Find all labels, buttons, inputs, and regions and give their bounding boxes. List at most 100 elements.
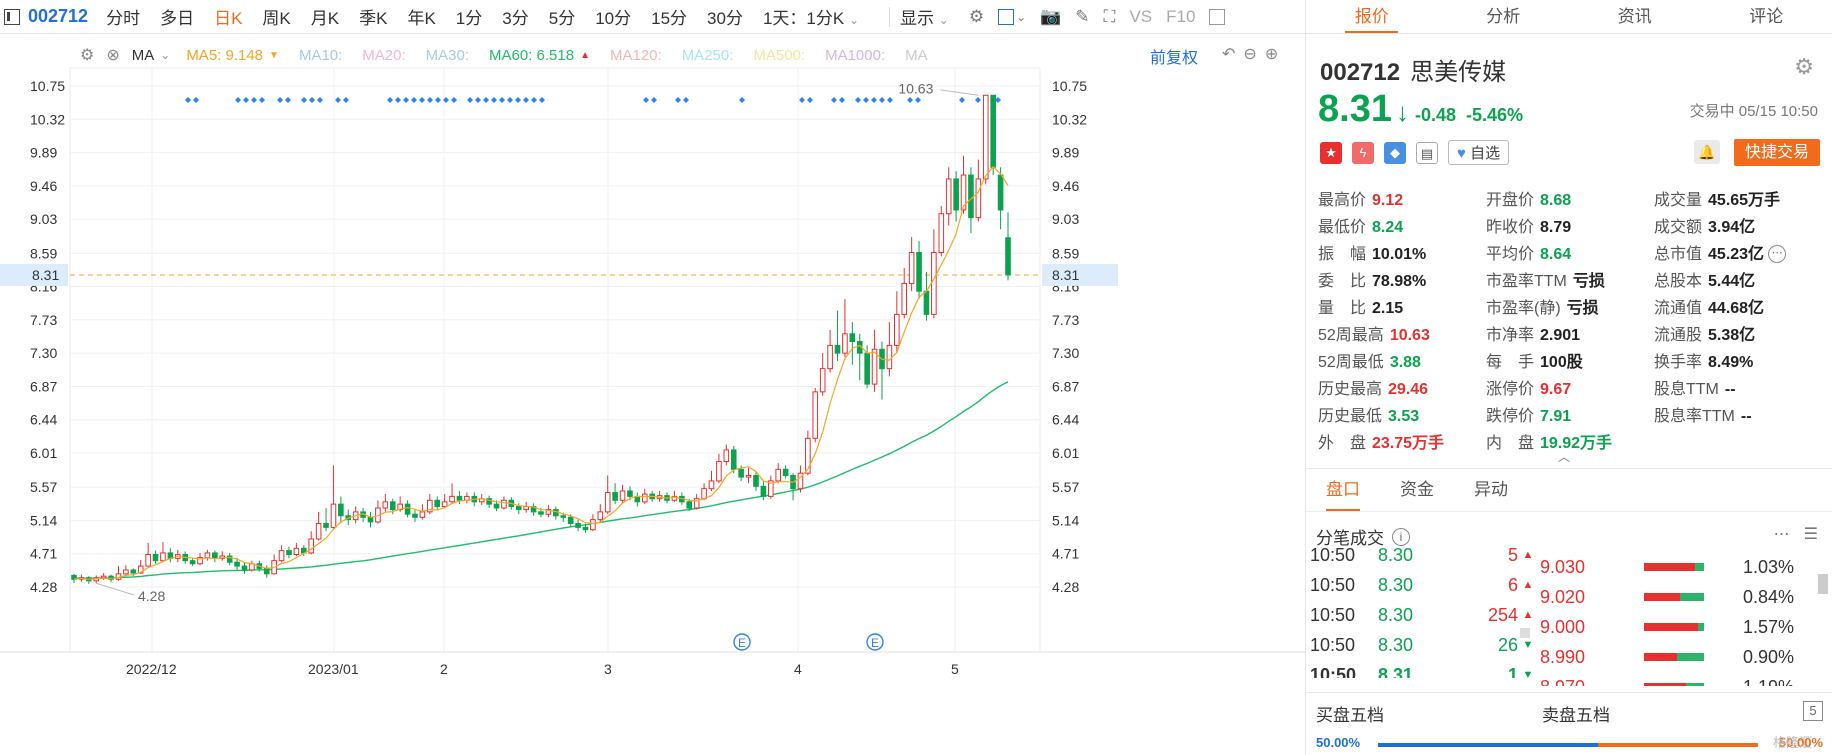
event-diamond-icon[interactable] (807, 97, 813, 103)
candle-body[interactable] (745, 474, 752, 478)
candle-body[interactable] (308, 538, 315, 554)
tab-1[interactable]: 分析 (1438, 0, 1570, 33)
candle-body[interactable] (441, 501, 448, 507)
candle-body[interactable] (938, 213, 945, 253)
candle-body[interactable] (931, 251, 937, 315)
candle-body[interactable] (1005, 237, 1011, 276)
candle-body[interactable] (389, 501, 396, 511)
event-diamond-icon[interactable] (185, 97, 191, 103)
candle-body[interactable] (708, 480, 715, 490)
candle-body[interactable] (575, 523, 581, 528)
event-diamond-icon[interactable] (959, 97, 965, 103)
candle-body[interactable] (100, 575, 107, 579)
sidebar-toggle-icon[interactable] (4, 8, 20, 25)
event-diamond-icon[interactable] (799, 97, 805, 103)
candle-body[interactable] (330, 503, 337, 528)
candle-body[interactable] (278, 550, 285, 562)
subtab-1[interactable]: 资金 (1400, 469, 1434, 511)
event-diamond-icon[interactable] (483, 97, 489, 103)
candle-body[interactable] (567, 516, 574, 525)
more-icon[interactable]: ⋯ (1768, 245, 1787, 264)
period-tab[interactable]: 10分 (595, 4, 631, 29)
candle-body[interactable] (338, 503, 344, 517)
event-diamond-icon[interactable] (193, 97, 199, 103)
event-diamond-icon[interactable] (335, 97, 341, 103)
event-diamond-icon[interactable] (403, 97, 409, 103)
candle-body[interactable] (849, 333, 856, 343)
candle-body[interactable] (641, 493, 648, 503)
event-diamond-icon[interactable] (515, 97, 521, 103)
event-diamond-icon[interactable] (251, 97, 257, 103)
candle-body[interactable] (160, 552, 166, 562)
candle-body[interactable] (582, 526, 589, 531)
candle-body[interactable] (590, 519, 596, 531)
event-diamond-icon[interactable] (317, 97, 323, 103)
subtab-2[interactable]: 异动 (1474, 469, 1508, 511)
lightning-icon[interactable]: ϟ (1352, 141, 1374, 164)
vs-button[interactable]: VS (1129, 7, 1152, 27)
period-tab[interactable]: 周K (262, 4, 290, 29)
candle-body[interactable] (323, 523, 329, 528)
event-diamond-icon[interactable] (531, 97, 537, 103)
period-tab[interactable]: 季K (359, 4, 387, 29)
candle-body[interactable] (864, 352, 870, 385)
period-tab[interactable]: 分时 (106, 4, 140, 29)
event-diamond-icon[interactable] (427, 97, 433, 103)
event-diamond-icon[interactable] (243, 97, 249, 103)
event-diamond-icon[interactable] (907, 97, 913, 103)
candle-body[interactable] (953, 178, 959, 211)
candle-body[interactable] (997, 174, 1004, 211)
candle-body[interactable] (738, 468, 744, 478)
kline-select[interactable]: 1天：1分K ⌄ (763, 4, 859, 29)
candle-body[interactable] (894, 313, 900, 346)
candle-body[interactable] (827, 344, 833, 370)
candle-body[interactable] (945, 178, 952, 215)
period-tab[interactable]: 15分 (651, 4, 687, 29)
candle-body[interactable] (701, 488, 707, 500)
event-diamond-icon[interactable] (309, 97, 315, 103)
scrollbar[interactable] (1818, 556, 1828, 690)
candle-body[interactable] (293, 547, 300, 555)
candle-body[interactable] (456, 495, 463, 501)
candle-body[interactable] (842, 333, 848, 354)
event-diamond-icon[interactable] (451, 97, 457, 103)
candle-body[interactable] (538, 511, 544, 515)
candle-body[interactable] (130, 569, 137, 574)
candle-body[interactable] (686, 501, 693, 509)
candle-body[interactable] (923, 290, 930, 315)
candle-body[interactable] (782, 468, 789, 476)
fullscreen-icon[interactable]: ⛶ (1104, 7, 1116, 27)
more-icon[interactable]: ⋯ (1774, 524, 1790, 544)
event-diamond-icon[interactable] (739, 97, 745, 103)
kline-chart[interactable]: 10.75 10.75 10.32 10.32 9.89 9.89 9.46 9.46 9.03… (0, 34, 1305, 755)
candle-body[interactable] (241, 565, 248, 571)
period-tab[interactable]: 月K (311, 4, 339, 29)
candle-body[interactable] (723, 449, 730, 463)
candle-body[interactable] (716, 461, 722, 482)
event-diamond-icon[interactable] (539, 97, 545, 103)
candle-body[interactable] (501, 499, 507, 509)
bell-icon[interactable]: 🔔 (1694, 140, 1720, 164)
candle-body[interactable] (412, 513, 418, 518)
period-tab[interactable]: 1分 (456, 4, 482, 29)
panel-toggle-icon[interactable] (1209, 8, 1226, 25)
event-diamond-icon[interactable] (387, 97, 393, 103)
period-tab[interactable]: 3分 (502, 4, 528, 29)
display-menu[interactable]: 显示 ⌄ (900, 4, 949, 29)
candle-body[interactable] (367, 516, 374, 523)
event-diamond-icon[interactable] (839, 97, 845, 103)
candle-body[interactable] (812, 391, 819, 439)
candle-body[interactable] (819, 368, 826, 393)
camera-icon[interactable]: 📷 (1040, 7, 1061, 27)
candle-body[interactable] (263, 567, 270, 575)
gear-icon[interactable]: ⚙ (1794, 54, 1814, 80)
event-diamond-icon[interactable] (675, 97, 681, 103)
event-diamond-icon[interactable] (235, 97, 241, 103)
event-diamond-icon[interactable] (887, 97, 893, 103)
period-tab[interactable]: 30分 (707, 4, 743, 29)
period-tab[interactable]: 日K (214, 4, 242, 29)
watchlist-button[interactable]: ♥ 自选 (1448, 140, 1510, 165)
event-diamond-icon[interactable] (411, 97, 417, 103)
candle-body[interactable] (753, 474, 759, 487)
candle-body[interactable] (212, 552, 218, 559)
